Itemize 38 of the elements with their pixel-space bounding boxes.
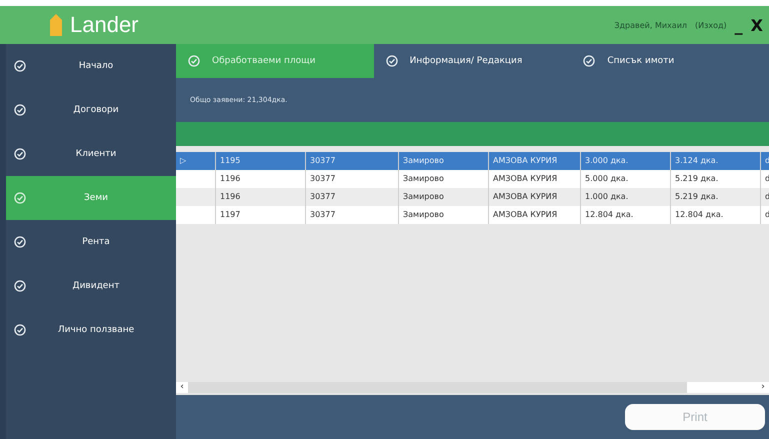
sidebar-item[interactable]: Начало [6, 44, 176, 88]
tab[interactable]: Списък имоти [571, 44, 769, 78]
check-circle-icon [386, 55, 398, 67]
tab[interactable]: Информация/ Редакция [374, 44, 572, 78]
logo: Lander [70, 12, 139, 38]
table-cell: Замирово [399, 206, 489, 224]
greeting-text: Здравей, Михаил [614, 20, 688, 30]
table-row[interactable]: 1196 30377 Замирово АМЗОВА КУРИЯ 5.000 дка. 5.219 дка. d [176, 170, 769, 188]
logout-link[interactable]: (Изход) [695, 20, 727, 30]
check-circle-icon [14, 280, 26, 292]
check-circle-icon [583, 55, 596, 67]
check-circle-icon [14, 104, 26, 116]
scroll-right-button[interactable]: › [757, 382, 769, 393]
check-circle-icon [14, 236, 26, 248]
table-row[interactable]: ▷ 1195 30377 Замирово АМЗОВА КУРИЯ 3.000 дка. 3.124 дка. d [176, 152, 769, 170]
check-circle-icon [14, 192, 26, 204]
table-row[interactable]: 1196 30377 Замирово АМЗОВА КУРИЯ 1.000 дка. 5.219 дка. d [176, 188, 769, 206]
sidebar-item[interactable]: Дивидент [6, 264, 176, 308]
check-circle-icon [14, 148, 26, 160]
scroll-left-button[interactable]: ‹ [176, 382, 188, 393]
table-row[interactable]: 1197 30377 Замирово АМЗОВА КУРИЯ 12.804 дка. 12.804 дка. d [176, 206, 769, 224]
table-cell: 1197 [216, 206, 306, 224]
sidebar-item[interactable]: Клиенти [6, 132, 176, 176]
sidebar-item[interactable]: Рента [6, 220, 176, 264]
sidebar-item[interactable]: Договори [6, 88, 176, 132]
check-circle-icon [14, 60, 26, 72]
horizontal-scrollbar[interactable]: ‹ › [176, 382, 769, 393]
sidebar-item[interactable]: Лично ползване [6, 308, 176, 352]
check-circle-icon [14, 324, 26, 336]
table-cell: АМЗОВА КУРИЯ [489, 206, 581, 224]
minimize-button[interactable]: _ [734, 16, 743, 34]
house-icon [50, 14, 62, 36]
table-cell: 12.804 дка. [671, 206, 761, 224]
check-circle-icon [188, 55, 200, 67]
table-cell: d [761, 206, 769, 224]
close-button[interactable]: X [750, 16, 763, 34]
table-cell: 30377 [306, 206, 399, 224]
table-cell: 12.804 дка. [581, 206, 671, 224]
